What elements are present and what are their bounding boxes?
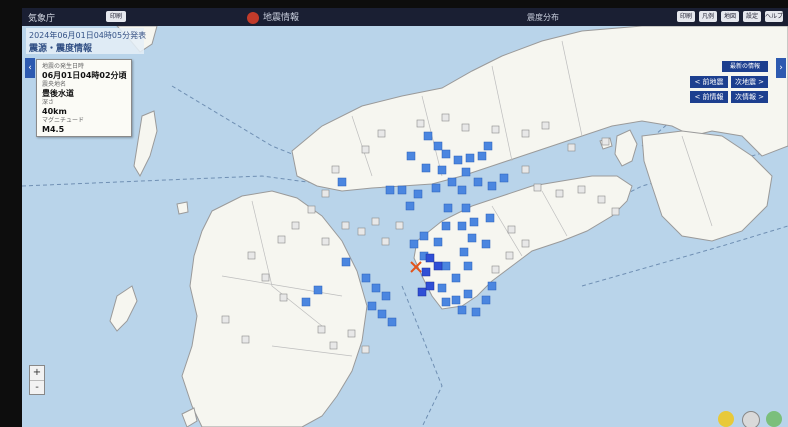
depth-label: 深さ [42, 99, 55, 106]
monitor-screen: 気象庁 印刷 地震情報 震度分布 印刷 凡例 地図 設定 ヘルプ 2024年06… [0, 0, 788, 427]
prev-info-button[interactable]: < 前情報 [690, 91, 728, 103]
issue-datetime: 2024年06月01日04時05分発表 [29, 31, 147, 40]
help-icon[interactable] [718, 411, 734, 427]
zoom-control: + - [29, 365, 45, 395]
help-button[interactable]: ヘルプ [765, 11, 783, 22]
region-value: 豊後水道 [42, 89, 74, 98]
search-icon[interactable] [742, 411, 760, 427]
page-title: 地震情報 [247, 10, 299, 24]
latest-info-button[interactable]: 最新の情報 [722, 61, 768, 72]
kyushu-landmass [181, 190, 368, 427]
panel-next-arrow[interactable]: › [776, 58, 786, 78]
jma-logo[interactable]: 気象庁 [28, 11, 55, 24]
awaji-island [614, 129, 638, 167]
map-canvas [22, 26, 788, 427]
quake-info-panel: 地震の発生日時 06月01日04時02分頃 震央地名 豊後水道 深さ 40km … [36, 59, 132, 137]
tab-intensity[interactable]: 震度分布 [527, 12, 559, 23]
magnitude-value: M4.5 [42, 125, 65, 134]
header-bar: 気象庁 印刷 地震情報 震度分布 印刷 凡例 地図 設定 ヘルプ [22, 8, 788, 26]
settings-button[interactable]: 設定 [743, 11, 761, 22]
seismic-map[interactable]: 2024年06月01日04時05分発表 震源・震度情報 ‹ 地震の発生日時 06… [22, 26, 788, 427]
language-button[interactable]: 印刷 [106, 11, 126, 22]
time-label: 地震の発生日時 [42, 63, 85, 70]
magnitude-label: マグニチュード [42, 117, 85, 124]
info-type: 震源・震度情報 [29, 44, 93, 54]
jma-seal-icon [247, 11, 259, 24]
legend-button[interactable]: 凡例 [699, 11, 717, 22]
south-island [181, 407, 198, 427]
issue-banner: 2024年06月01日04時05分発表 震源・震度情報 [26, 28, 147, 54]
zoom-out-button[interactable]: - [30, 381, 44, 395]
next-quake-button[interactable]: 次地震 > [731, 76, 768, 88]
iki-island [176, 201, 189, 215]
panel-prev-arrow[interactable]: ‹ [25, 58, 35, 78]
map-tools [718, 411, 784, 427]
zoom-in-button[interactable]: + [30, 366, 44, 381]
region-label: 震央地名 [42, 81, 67, 88]
print-button[interactable]: 印刷 [677, 11, 695, 22]
goto-islands [109, 285, 138, 332]
kii-peninsula [641, 130, 773, 242]
prev-quake-button[interactable]: < 前地震 [690, 76, 728, 88]
quake-navigation: 最新の情報 < 前地震 次地震 > < 前情報 次情報 > [690, 61, 770, 107]
next-info-button[interactable]: 次情報 > [731, 91, 768, 103]
tsushima-island [133, 110, 158, 178]
location-icon[interactable] [766, 411, 782, 427]
map-button[interactable]: 地図 [721, 11, 739, 22]
time-value: 06月01日04時02分頃 [42, 71, 127, 80]
depth-value: 40km [42, 107, 67, 116]
